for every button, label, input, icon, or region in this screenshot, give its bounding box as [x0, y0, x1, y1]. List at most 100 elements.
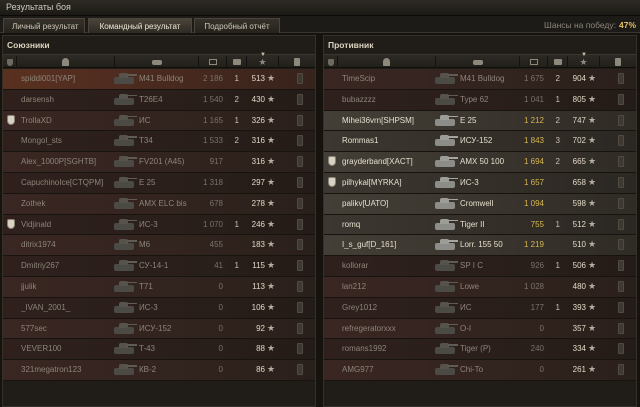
tank-hull — [435, 118, 455, 126]
player-name[interactable]: darsensh — [21, 95, 121, 104]
tab-personal-result[interactable]: Личный результат — [3, 18, 85, 33]
allies-header-col-7[interactable] — [279, 56, 315, 68]
player-name[interactable]: I_s_guf[D_161] — [342, 240, 442, 249]
player-name[interactable]: ditrix1974 — [21, 240, 121, 249]
player-row[interactable]: romq Tiger II 755 1 512 ★ — [324, 214, 636, 236]
player-name[interactable]: CapuchinoIce[CTQPM] — [21, 178, 121, 187]
allies-header-col-2[interactable] — [17, 56, 115, 68]
player-row[interactable]: AMG977 Chi-To 0 261 ★ — [324, 360, 636, 381]
player-name[interactable]: lan212 — [342, 282, 442, 291]
enemies-header-col-1[interactable] — [324, 56, 338, 68]
player-name[interactable]: pilhykal[MYRKA] — [342, 178, 442, 187]
player-row[interactable]: lan212 Lowe 1 028 480 ★ — [324, 276, 636, 298]
player-row[interactable]: Rommas1 ИСУ-152 1 843 3 702 ★ — [324, 131, 636, 153]
player-row[interactable]: Alex_1000P[SGHTB] FV201 (A45) 917 316 ★ — [3, 152, 315, 173]
player-row[interactable]: ditrix1974 M6 455 183 ★ — [3, 235, 315, 257]
player-name[interactable]: jjulik — [21, 282, 121, 291]
player-name[interactable]: AMG977 — [342, 365, 442, 374]
player-row[interactable]: refregeratorxxx O-I 0 357 ★ — [324, 318, 636, 340]
player-row[interactable]: pilhykal[MYRKA] ИС-3 1 657 658 ★ — [324, 172, 636, 194]
enemies-header-col-6[interactable]: ★ ▼ — [568, 52, 600, 68]
player-row[interactable]: bubazzzz Type 62 1 041 1 805 ★ — [324, 89, 636, 111]
medal-icon — [618, 280, 624, 292]
player-row[interactable]: TrollaXD ИС 1 165 1 326 ★ — [3, 110, 315, 132]
player-name[interactable]: Dmitriy267 — [21, 261, 121, 270]
player-name[interactable]: Vidjinald — [21, 220, 121, 229]
player-row[interactable]: romans1992 Tiger (P) 240 334 ★ — [324, 339, 636, 361]
player-name[interactable]: bubazzzz — [342, 95, 442, 104]
star-icon: ★ — [267, 364, 276, 375]
star-icon: ★ — [267, 260, 276, 271]
enemies-header-col-7[interactable] — [600, 56, 636, 68]
player-row[interactable]: kollorar SP I C 926 1 506 ★ — [324, 256, 636, 277]
medal-icon — [618, 322, 624, 334]
player-name[interactable]: grayderband[XACT] — [342, 157, 442, 166]
enemies-header-col-5[interactable] — [548, 56, 568, 68]
allies-header-col-4[interactable] — [199, 56, 227, 68]
tab-team-result[interactable]: Командный результат — [88, 18, 192, 33]
player-name[interactable]: romq — [342, 220, 442, 229]
player-row[interactable]: Mihei36vrn[SHPSM] E 25 1 212 2 747 ★ — [324, 110, 636, 132]
player-row[interactable]: TimeScip M41 Bulldog 1 675 2 904 ★ — [324, 69, 636, 90]
player-row[interactable]: VEVER100 T-43 0 88 ★ — [3, 339, 315, 361]
tank-image-icon — [432, 257, 458, 275]
player-row[interactable]: Vidjinald ИС-3 1 070 1 246 ★ — [3, 214, 315, 236]
kills-icon — [553, 59, 562, 65]
player-name[interactable]: kollorar — [342, 261, 442, 270]
allies-header-col-1[interactable] — [3, 56, 17, 68]
tank-name: E 25 — [139, 177, 156, 187]
player-row[interactable]: 577sec ИСУ-152 0 92 ★ — [3, 318, 315, 340]
player-row[interactable]: CapuchinoIce[CTQPM] E 25 1 318 297 ★ — [3, 172, 315, 194]
allies-header-col-5[interactable] — [227, 56, 247, 68]
player-name[interactable]: 321megatron123 — [21, 365, 121, 374]
tank-name: AMX 50 100 — [460, 157, 505, 167]
player-name[interactable]: Alex_1000P[SGHTB] — [21, 157, 121, 166]
player-name[interactable]: VEVER100 — [21, 344, 121, 353]
player-row[interactable]: Dmitriy267 СУ-14-1 41 1 115 ★ — [3, 256, 315, 277]
allies-header-col-6[interactable]: ★ ▼ — [247, 52, 279, 68]
player-name[interactable]: Grey1012 — [342, 303, 442, 312]
player-row[interactable]: jjulik T71 0 113 ★ — [3, 276, 315, 298]
tank-gun — [127, 136, 137, 138]
clan-icon — [328, 156, 336, 167]
player-row[interactable]: darsensh T26E4 1 540 2 430 ★ — [3, 89, 315, 111]
xp-value: 513 — [251, 74, 265, 83]
player-name[interactable]: Mongol_sts — [21, 136, 121, 145]
allies-title: Союзники — [7, 40, 50, 50]
medal-icon — [615, 58, 621, 66]
star-icon: ★ — [588, 301, 597, 312]
tank-hull — [435, 201, 455, 209]
player-row[interactable]: 321megatron123 КВ-2 0 86 ★ — [3, 360, 315, 381]
player-name[interactable]: TrollaXD — [21, 116, 121, 125]
tab-detailed-report[interactable]: Подробный отчёт — [194, 18, 280, 33]
player-row[interactable]: I_s_guf[D_161] Lorr. 155 50 1 219 510 ★ — [324, 235, 636, 257]
tank-image-icon — [111, 299, 137, 317]
player-name[interactable]: Rommas1 — [342, 136, 442, 145]
player-row[interactable]: grayderband[XACT] AMX 50 100 1 694 2 665 ★ — [324, 152, 636, 173]
player-name[interactable]: 577sec — [21, 324, 121, 333]
enemies-header-col-2[interactable] — [338, 56, 436, 68]
player-name[interactable]: palikv[UATO] — [342, 199, 442, 208]
tank-gun — [448, 219, 458, 222]
player-name[interactable]: TimeScip — [342, 74, 442, 83]
player-name[interactable]: Mihei36vrn[SHPSM] — [342, 116, 442, 125]
enemies-header-col-4[interactable] — [520, 56, 548, 68]
player-name[interactable]: romans1992 — [342, 344, 442, 353]
player-row[interactable]: _IVAN_2001_ ИС-3 0 106 ★ — [3, 297, 315, 319]
tank-hull — [435, 347, 455, 355]
clan-badge — [7, 114, 15, 127]
player-row[interactable]: Mongol_sts T34 1 533 2 316 ★ — [3, 131, 315, 153]
player-name[interactable]: Zothek — [21, 199, 121, 208]
player-name[interactable]: spiddi001[YAP] — [21, 74, 121, 83]
player-name[interactable]: refregeratorxxx — [342, 324, 442, 333]
player-row[interactable]: Grey1012 ИС 177 1 393 ★ — [324, 297, 636, 319]
player-row[interactable]: palikv[UATO] Cromwell 1 094 598 ★ — [324, 193, 636, 215]
enemies-header-col-3[interactable] — [436, 56, 520, 68]
player-row[interactable]: Zothek AMX ELC bis 678 278 ★ — [3, 193, 315, 215]
player-name[interactable]: _IVAN_2001_ — [21, 303, 121, 312]
player-row[interactable]: spiddi001[YAP] M41 Bulldog 2 186 1 513 ★ — [3, 69, 315, 90]
allies-panel: Союзники ★ ▼ spiddi001[YAP] M41 Bulldog 2 1… — [2, 35, 316, 407]
allies-header-col-3[interactable] — [115, 56, 199, 68]
xp-star-icon: ★ — [258, 57, 267, 67]
tank-gun — [127, 198, 137, 201]
